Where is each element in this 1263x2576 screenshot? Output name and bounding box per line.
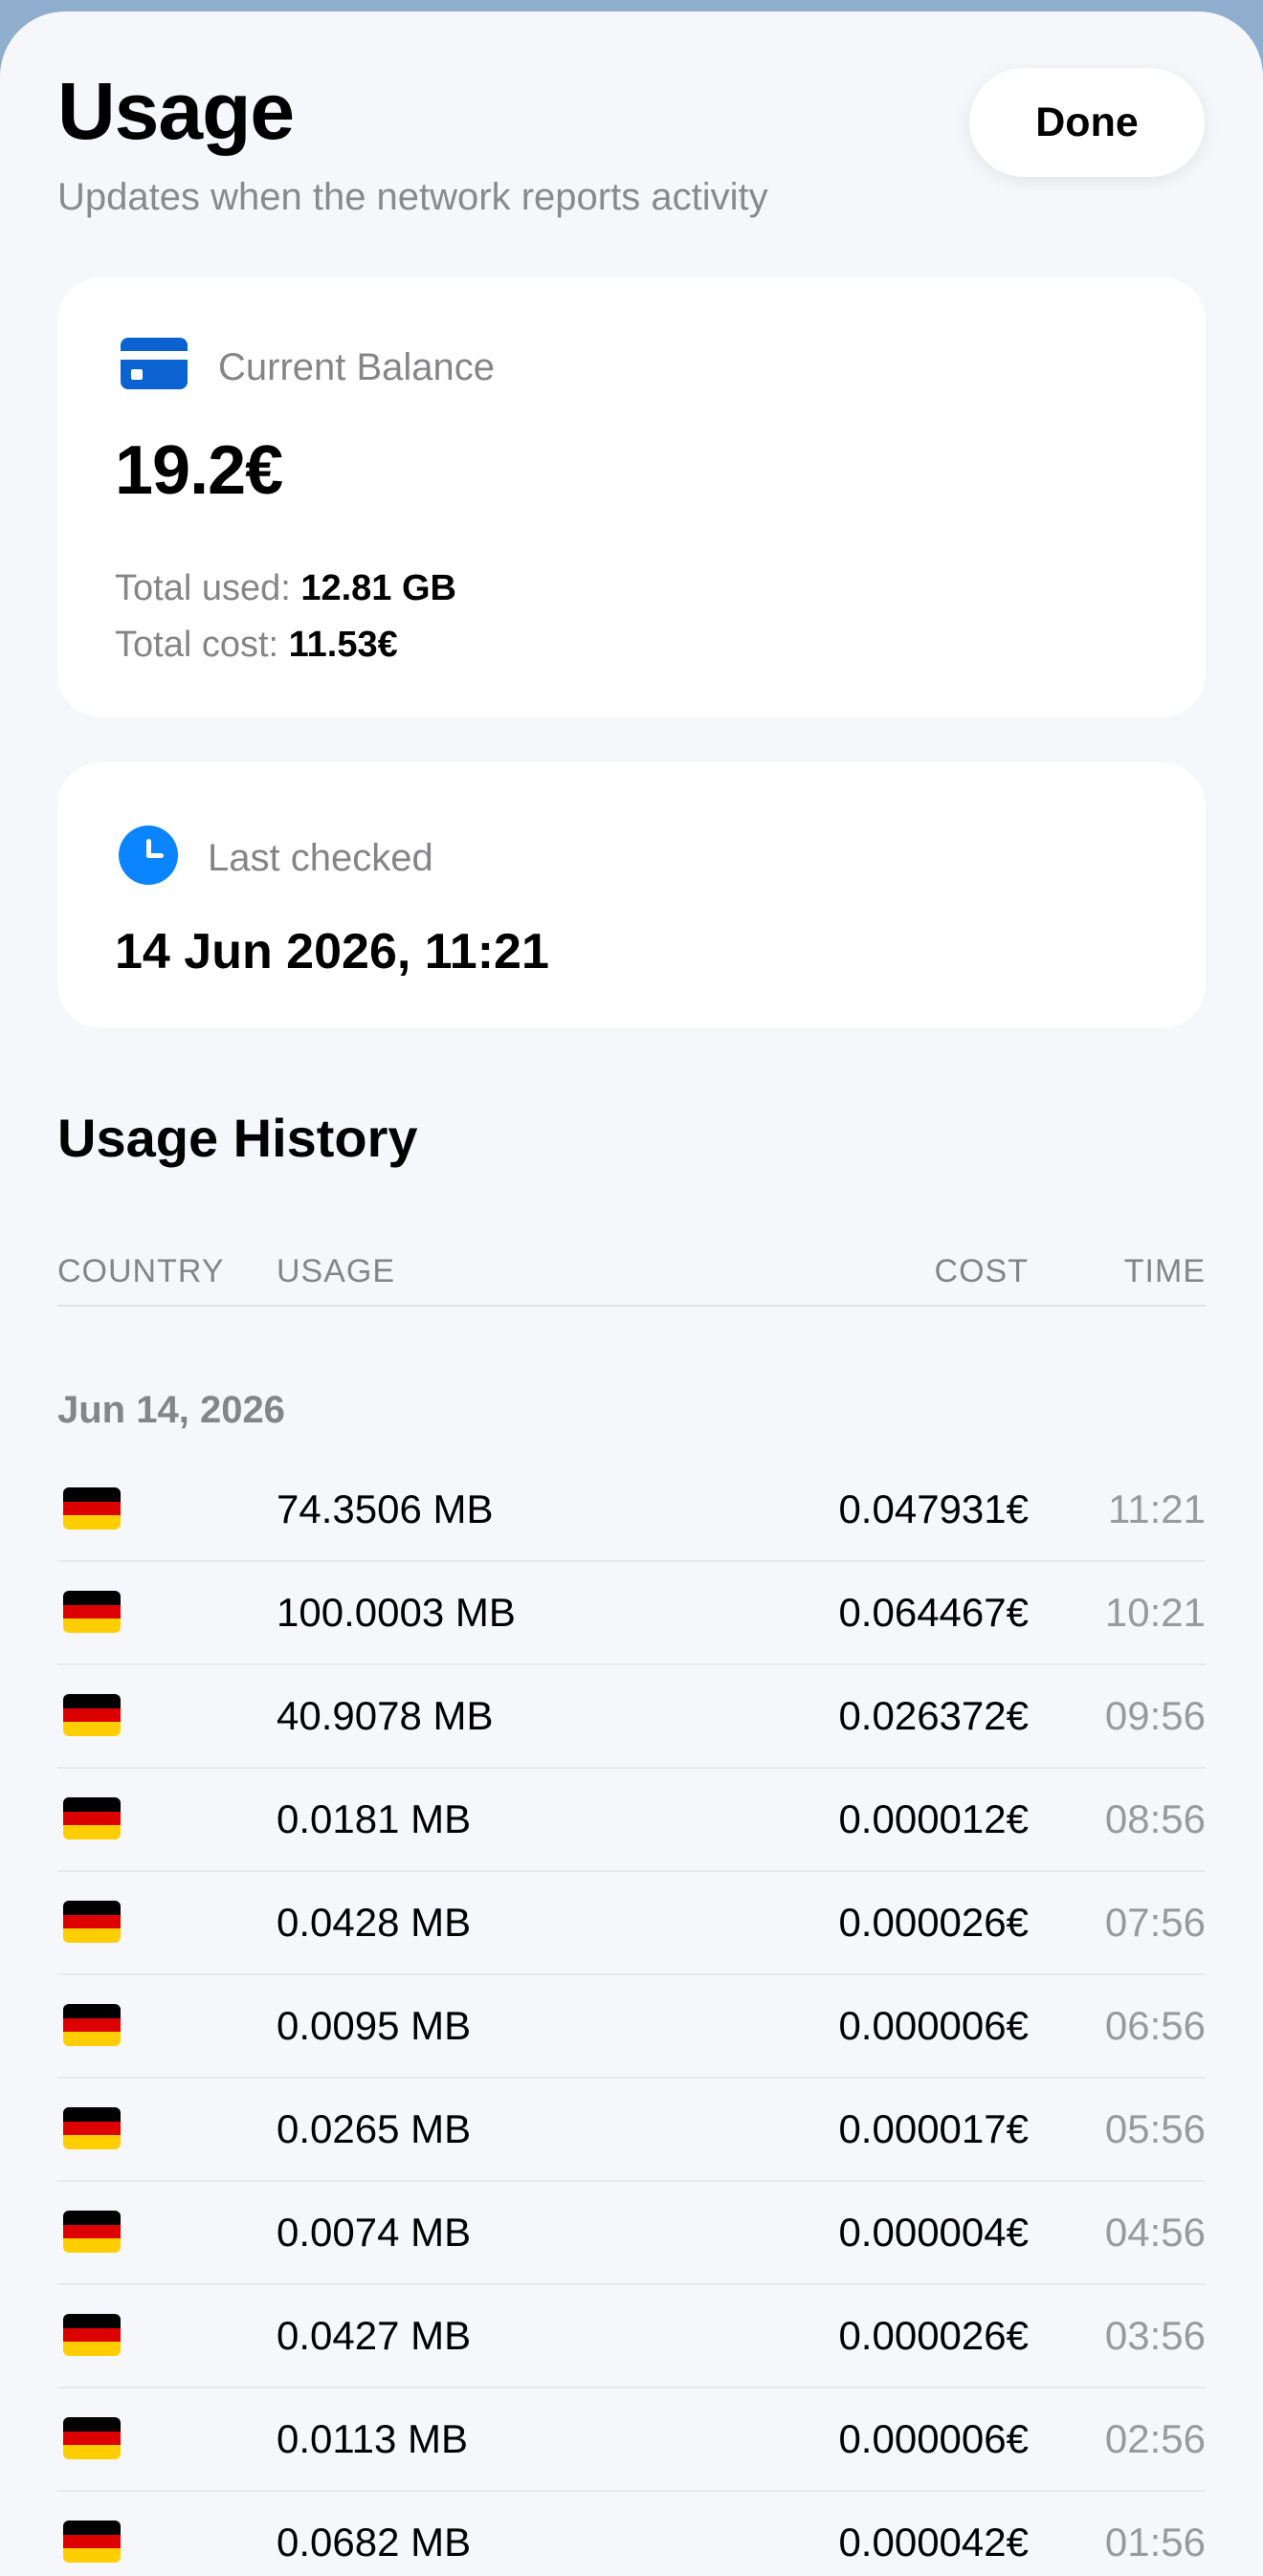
- germany-flag-icon: [63, 2211, 121, 2253]
- row-usage: 100.0003 MB: [277, 1590, 516, 1635]
- row-cost: 0.047931€: [838, 1486, 1029, 1531]
- row-time: 09:56: [1104, 1693, 1206, 1738]
- table-row: 0.0428 MB 0.000026€ 07:56: [57, 1872, 1206, 1975]
- table-row: 100.0003 MB 0.064467€ 10:21: [57, 1562, 1206, 1665]
- page-subtitle: Updates when the network reports activit…: [57, 176, 768, 218]
- row-usage: 0.0074 MB: [277, 2210, 472, 2255]
- germany-flag-icon: [63, 2314, 121, 2356]
- usage-history-list: 74.3506 MB 0.047931€ 11:21 100.0003 MB 0.064…: [57, 1459, 1206, 2576]
- row-cost: 0.026372€: [838, 1693, 1029, 1738]
- balance-label: Current Balance: [218, 346, 496, 388]
- total-used-label: Total used:: [115, 568, 301, 608]
- total-used: Total used: 12.81 GB: [115, 570, 456, 606]
- column-header-cost: COST: [934, 1253, 1029, 1289]
- total-cost-label: Total cost:: [115, 625, 289, 665]
- row-usage: 0.0427 MB: [277, 2313, 472, 2358]
- row-time: 05:56: [1104, 2106, 1206, 2151]
- credit-card-icon: [121, 338, 188, 389]
- germany-flag-icon: [63, 1694, 121, 1736]
- row-time: 08:56: [1104, 1796, 1206, 1841]
- last-checked-value: 14 Jun 2026, 11:21: [115, 924, 549, 980]
- table-row: 0.0427 MB 0.000026€ 03:56: [57, 2285, 1206, 2389]
- row-time: 02:56: [1104, 2416, 1206, 2461]
- table-row: 0.0074 MB 0.000004€ 04:56: [57, 2182, 1206, 2285]
- row-cost: 0.000012€: [838, 1796, 1029, 1841]
- last-checked-label: Last checked: [208, 837, 433, 879]
- row-usage: 40.9078 MB: [277, 1693, 494, 1738]
- row-time: 11:21: [1108, 1486, 1206, 1531]
- row-usage: 74.3506 MB: [277, 1486, 494, 1531]
- germany-flag-icon: [63, 1487, 121, 1530]
- page-title: Usage: [57, 66, 295, 156]
- row-time: 06:56: [1104, 2003, 1206, 2048]
- usage-history-title: Usage History: [57, 1108, 418, 1168]
- row-usage: 0.0095 MB: [277, 2003, 472, 2048]
- row-cost: 0.064467€: [838, 1590, 1029, 1635]
- row-usage: 0.0682 MB: [277, 2520, 472, 2565]
- row-time: 04:56: [1104, 2210, 1206, 2255]
- germany-flag-icon: [63, 2004, 121, 2046]
- row-cost: 0.000017€: [838, 2106, 1029, 2151]
- total-cost-value: 11.53€: [288, 625, 398, 665]
- clock-icon: [119, 826, 178, 885]
- germany-flag-icon: [63, 2521, 121, 2563]
- balance-card: Current Balance 19.2€ Total used: 12.81 …: [57, 277, 1206, 717]
- row-cost: 0.000006€: [838, 2416, 1029, 2461]
- balance-value: 19.2€: [115, 432, 283, 509]
- row-time: 07:56: [1104, 1900, 1206, 1945]
- row-usage: 0.0265 MB: [277, 2106, 472, 2151]
- last-checked-card: Last checked 14 Jun 2026, 11:21: [57, 762, 1206, 1028]
- row-time: 01:56: [1104, 2520, 1206, 2565]
- total-used-value: 12.81 GB: [300, 568, 456, 608]
- row-usage: 0.0113 MB: [277, 2416, 469, 2461]
- germany-flag-icon: [63, 1901, 121, 1943]
- row-time: 03:56: [1104, 2313, 1206, 2358]
- total-cost: Total cost: 11.53€: [115, 627, 398, 663]
- germany-flag-icon: [63, 2107, 121, 2149]
- germany-flag-icon: [63, 2417, 121, 2459]
- date-group-header: Jun 14, 2026: [57, 1389, 285, 1431]
- germany-flag-icon: [63, 1797, 121, 1839]
- table-row: 0.0095 MB 0.000006€ 06:56: [57, 1975, 1206, 2079]
- row-cost: 0.000026€: [838, 1900, 1029, 1945]
- table-row: 40.9078 MB 0.026372€ 09:56: [57, 1665, 1206, 1769]
- row-cost: 0.000006€: [838, 2003, 1029, 2048]
- table-header: COUNTRY USAGE COST TIME: [57, 1255, 1206, 1307]
- row-usage: 0.0428 MB: [277, 1900, 472, 1945]
- table-row: 0.0682 MB 0.000042€ 01:56: [57, 2492, 1206, 2576]
- row-cost: 0.000026€: [838, 2313, 1029, 2358]
- done-button[interactable]: Done: [969, 68, 1205, 177]
- row-cost: 0.000004€: [838, 2210, 1029, 2255]
- row-usage: 0.0181 MB: [277, 1796, 472, 1841]
- usage-sheet: Usage Updates when the network reports a…: [0, 11, 1263, 2576]
- row-cost: 0.000042€: [838, 2520, 1029, 2565]
- table-row: 74.3506 MB 0.047931€ 11:21: [57, 1459, 1206, 1562]
- column-header-time: TIME: [1123, 1253, 1206, 1289]
- column-header-usage: USAGE: [277, 1253, 396, 1289]
- germany-flag-icon: [63, 1591, 121, 1633]
- row-time: 10:21: [1104, 1590, 1206, 1635]
- table-row: 0.0265 MB 0.000017€ 05:56: [57, 2079, 1206, 2182]
- table-row: 0.0113 MB 0.000006€ 02:56: [57, 2389, 1206, 2492]
- column-header-country: COUNTRY: [57, 1253, 225, 1289]
- table-row: 0.0181 MB 0.000012€ 08:56: [57, 1769, 1206, 1872]
